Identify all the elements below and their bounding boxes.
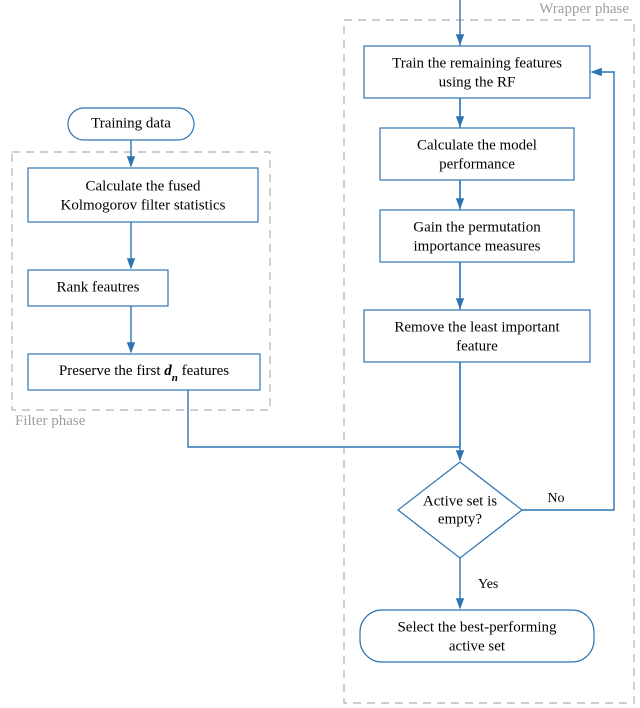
flowchart-diagram: Wrapper phase Filter phase Training data… <box>0 0 640 708</box>
node-calc-performance-l2: performance <box>439 156 515 172</box>
node-calc-filter-stats <box>28 168 258 222</box>
node-decision-l2: empty? <box>438 511 482 527</box>
node-remove-feature-l2: feature <box>456 338 498 354</box>
decision-yes-label: Yes <box>478 577 498 592</box>
node-calc-performance-l1: Calculate the model <box>417 137 537 153</box>
decision-no-label: No <box>547 491 564 506</box>
node-decision-empty <box>398 462 522 558</box>
node-result-l1: Select the best-performing <box>397 619 557 635</box>
node-calc-filter-stats-l1: Calculate the fused <box>86 178 201 194</box>
node-train-rf-l1: Train the remaining features <box>392 55 562 71</box>
filter-phase-label: Filter phase <box>15 413 86 429</box>
node-permutation-importance-l1: Gain the permutation <box>413 219 541 235</box>
node-rank-features-label: Rank feautres <box>57 279 140 295</box>
node-remove-feature-l1: Remove the least important <box>394 319 560 335</box>
node-decision-l1: Active set is <box>423 493 497 509</box>
wrapper-phase-label: Wrapper phase <box>539 1 629 17</box>
node-result-l2: active set <box>449 638 506 654</box>
node-permutation-importance-l2: importance measures <box>413 238 540 254</box>
node-train-rf-l2: using the RF <box>439 74 516 90</box>
node-calc-filter-stats-l2: Kolmogorov filter statistics <box>61 197 226 213</box>
node-training-data-label: Training data <box>91 115 171 131</box>
